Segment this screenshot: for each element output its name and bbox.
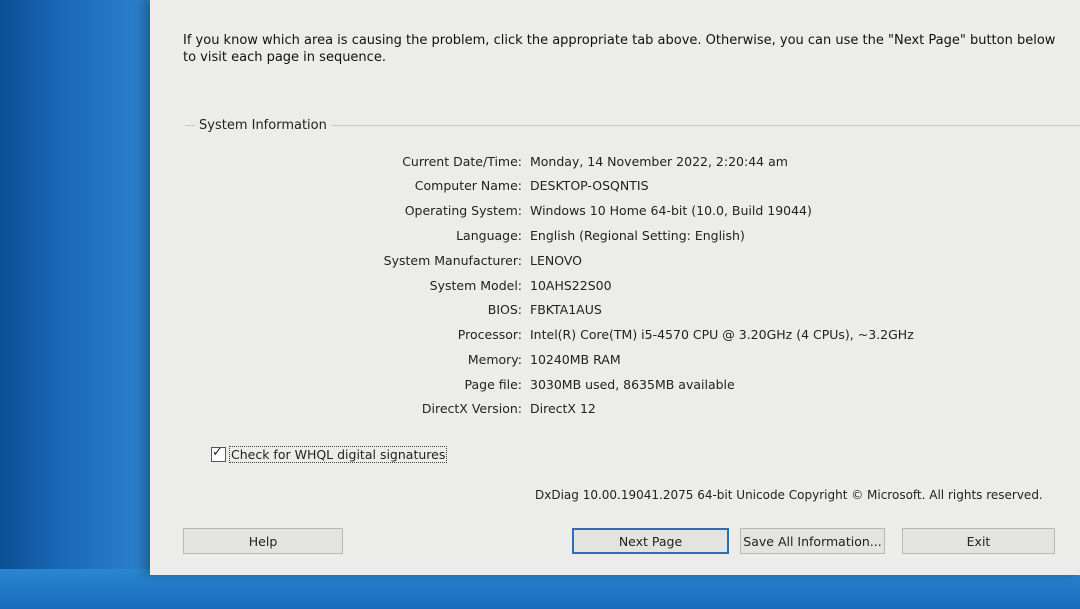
help-button[interactable]: Help xyxy=(183,528,343,554)
info-value: Windows 10 Home 64-bit (10.0, Build 1904… xyxy=(530,203,812,218)
info-label: BIOS: xyxy=(487,302,522,317)
info-value: LENOVO xyxy=(530,253,583,268)
dxdiag-window: If you know which area is causing the pr… xyxy=(150,0,1080,575)
info-label: System Model: xyxy=(429,278,522,293)
info-label: Current Date/Time: xyxy=(402,154,522,169)
whql-checkbox-row[interactable]: ✓ Check for WHQL digital signatures xyxy=(211,445,448,463)
group-title: System Information xyxy=(195,118,331,133)
info-label: Computer Name: xyxy=(414,178,522,193)
copyright-text: DxDiag 10.00.19041.2075 64-bit Unicode C… xyxy=(535,488,1043,502)
info-value: DESKTOP-OSQNTIS xyxy=(530,178,649,193)
info-value: Monday, 14 November 2022, 2:20:44 am xyxy=(530,154,788,169)
info-label: DirectX Version: xyxy=(421,401,522,416)
info-label: Operating System: xyxy=(404,203,522,218)
info-label: System Manufacturer: xyxy=(383,253,522,268)
info-value: DirectX 12 xyxy=(530,401,596,416)
info-label: Memory: xyxy=(467,352,522,367)
info-label: Language: xyxy=(456,228,522,243)
info-value: 10240MB RAM xyxy=(530,352,621,367)
whql-checkbox[interactable]: ✓ xyxy=(211,445,226,462)
system-information-group: System Information Current Date/Time: Mo… xyxy=(185,118,1080,441)
info-value: Intel(R) Core(TM) i5-4570 CPU @ 3.20GHz … xyxy=(530,327,914,342)
intro-text: If you know which area is causing the pr… xyxy=(183,33,1056,65)
next-page-button[interactable]: Next Page xyxy=(572,528,729,554)
save-all-information-button[interactable]: Save All Information... xyxy=(740,528,885,554)
info-value: 3030MB used, 8635MB available xyxy=(530,377,735,392)
desktop-background xyxy=(0,569,1080,609)
checkmark-icon: ✓ xyxy=(212,445,223,460)
exit-button[interactable]: Exit xyxy=(902,528,1055,554)
info-label: Processor: xyxy=(457,327,522,342)
info-value: 10AHS22S00 xyxy=(530,278,612,293)
info-value: English (Regional Setting: English) xyxy=(530,228,745,243)
info-value: FBKTA1AUS xyxy=(530,302,602,317)
info-label: Page file: xyxy=(464,377,522,392)
whql-checkbox-label[interactable]: Check for WHQL digital signatures xyxy=(229,446,448,463)
